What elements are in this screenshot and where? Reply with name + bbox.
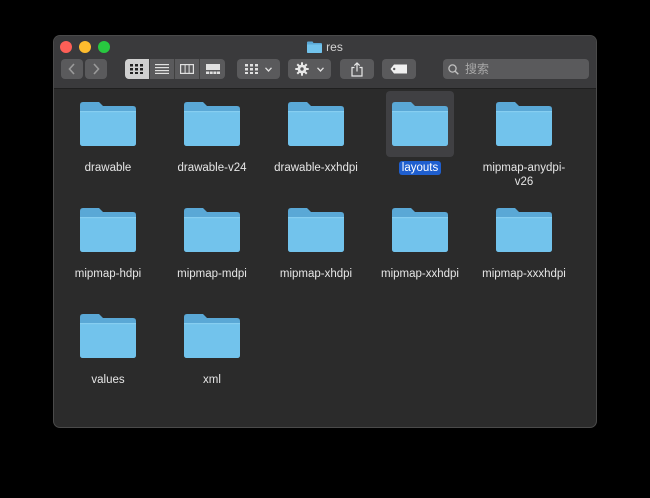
icon-view-button[interactable] [125,59,150,79]
list-view-icon [155,64,169,74]
list-view-button[interactable] [150,59,175,79]
folder-item[interactable]: drawable-v24 [160,91,264,175]
search-field[interactable] [443,59,589,79]
folder-item[interactable]: xml [160,303,264,387]
folder-name: mipmap-xhdpi [279,268,353,280]
column-view-icon [180,64,194,74]
toolbar: res [54,36,596,89]
folder-item[interactable]: mipmap-mdpi [160,197,264,281]
folder-name: xml [203,374,221,386]
folder-item[interactable]: mipmap-xhdpi [264,197,368,281]
folder-item[interactable]: mipmap-xxhdpi [368,197,472,281]
gallery-view-icon [205,64,220,74]
folder-name: drawable [84,162,132,174]
folder-icon [74,91,142,157]
folder-name: layouts [398,161,442,175]
folder-icon [282,91,350,157]
chevron-down-icon [265,66,273,72]
folder-item[interactable]: mipmap-anydpi-v26 [472,91,576,189]
folder-icon [178,91,246,157]
folder-icon [386,197,454,263]
chevron-left-icon [68,63,75,75]
share-button[interactable] [340,59,374,79]
search-icon [448,63,459,75]
window-title-text: res [326,40,343,54]
folder-item[interactable]: drawable [56,91,160,175]
window-title: res [54,39,596,57]
forward-button[interactable] [85,59,107,79]
grid-view-icon [130,64,143,74]
folder-icon [178,197,246,263]
folder-item[interactable]: values [56,303,160,387]
folder-item[interactable]: layouts [368,91,472,175]
group-by-button[interactable] [237,59,280,79]
folder-name: values [91,374,125,386]
folder-item[interactable]: mipmap-hdpi [56,197,160,281]
folder-icon [490,91,558,157]
view-mode-segmented-control [125,59,225,79]
grid-icon [244,64,258,74]
tag-button[interactable] [382,59,416,79]
folder-name: mipmap-hdpi [74,268,142,280]
folder-icon [386,91,454,157]
folder-name: drawable-v24 [177,162,247,174]
folder-item[interactable]: drawable-xxhdpi [264,91,368,175]
gear-icon [295,62,310,76]
share-icon [351,61,363,77]
folder-icon [307,41,323,57]
folder-name: mipmap-xxxhdpi [482,268,566,280]
finder-window: res 搜索 drawable drawable-v24 drawable-xx… [54,36,596,427]
gallery-view-button[interactable] [200,59,225,79]
file-grid: drawable drawable-v24 drawable-xxhdpi layou… [54,89,596,427]
folder-name: mipmap-mdpi [177,268,247,280]
search-input[interactable] [463,61,587,77]
folder-icon [178,303,246,369]
folder-icon [282,197,350,263]
chevron-down-icon [316,66,324,72]
folder-name: mipmap-anydpi-v26 [482,162,566,188]
action-button[interactable] [288,59,331,79]
folder-name: drawable-xxhdpi [274,162,358,174]
folder-icon [74,303,142,369]
folder-item[interactable]: mipmap-xxxhdpi [472,197,576,281]
folder-icon [490,197,558,263]
folder-name: mipmap-xxhdpi [381,268,459,280]
back-button[interactable] [61,59,83,79]
chevron-right-icon [93,63,100,75]
folder-icon [74,197,142,263]
tag-icon [390,64,407,74]
column-view-button[interactable] [175,59,200,79]
